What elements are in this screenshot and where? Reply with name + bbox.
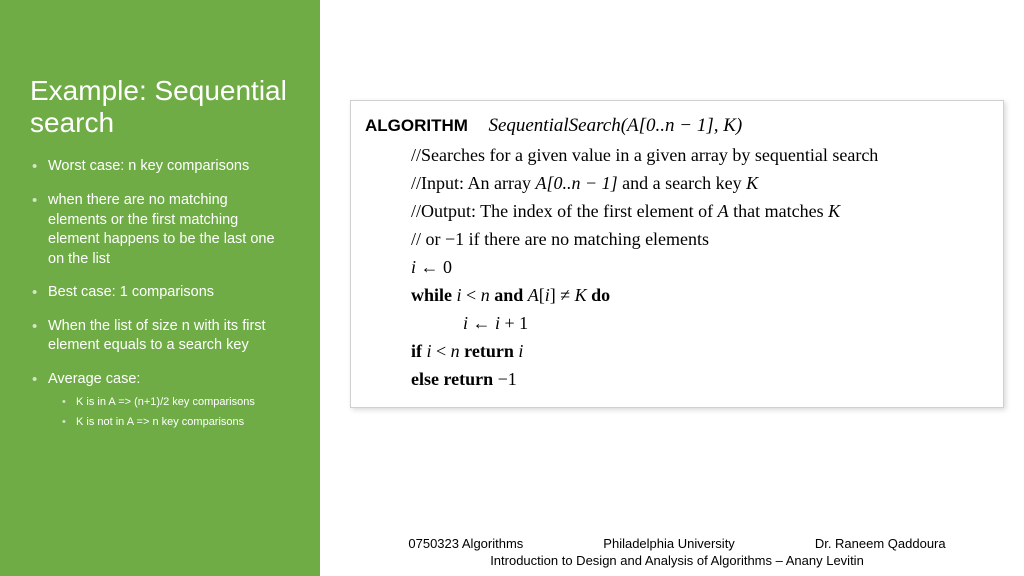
t: K xyxy=(828,201,840,221)
t: ] ≠ xyxy=(550,285,575,305)
t: A xyxy=(718,201,729,221)
slide-footer: 0750323 Algorithms Philadelphia Universi… xyxy=(350,535,1004,570)
t: n xyxy=(451,341,460,361)
t: //Output: The index of the first element… xyxy=(411,201,718,221)
footer-row-1: 0750323 Algorithms Philadelphia Universi… xyxy=(350,535,1004,553)
footer-university: Philadelphia University xyxy=(603,535,735,553)
t: ← 0 xyxy=(416,257,452,277)
algo-comment: // or −1 if there are no matching elemen… xyxy=(411,226,989,254)
t: and a search key xyxy=(618,173,746,193)
bullet-item: When the list of size n with its first e… xyxy=(30,317,290,356)
slide-title: Example: Sequential search xyxy=(30,75,290,139)
t: if xyxy=(411,341,427,361)
algo-comment: //Searches for a given value in a given … xyxy=(411,142,989,170)
bullet-item: Worst case: n key comparisons xyxy=(30,157,290,177)
t: < xyxy=(462,285,481,305)
t: + 1 xyxy=(500,313,528,333)
t: do xyxy=(587,285,611,305)
t: i xyxy=(518,341,523,361)
algorithm-body: //Searches for a given value in a given … xyxy=(365,142,989,393)
t: A xyxy=(528,285,539,305)
t: that matches xyxy=(729,201,828,221)
t: //Input: An array xyxy=(411,173,535,193)
t: else return xyxy=(411,369,498,389)
bullet-item: Best case: 1 comparisons xyxy=(30,283,290,303)
t: < xyxy=(432,341,451,361)
t: return xyxy=(460,341,519,361)
footer-book: Introduction to Design and Analysis of A… xyxy=(350,552,1004,570)
bullet-text: Average case: xyxy=(48,371,140,387)
bullet-item: Average case: K is in A => (n+1)/2 key c… xyxy=(30,370,290,430)
algorithm-signature: SequentialSearch(A[0..n − 1], K) xyxy=(472,115,742,136)
sub-bullet-list: K is in A => (n+1)/2 key comparisons K i… xyxy=(48,395,290,430)
algorithm-header: ALGORITHM SequentialSearch(A[0..n − 1], … xyxy=(365,111,989,140)
t: and xyxy=(490,285,528,305)
footer-course: 0750323 Algorithms xyxy=(408,535,523,553)
t: while xyxy=(411,285,457,305)
t: −1 xyxy=(498,369,517,389)
t: A[0..n − 1] xyxy=(535,173,617,193)
algo-line: i ← i + 1 xyxy=(411,310,989,338)
footer-instructor: Dr. Raneem Qaddoura xyxy=(815,535,946,553)
bullet-item: when there are no matching elements or t… xyxy=(30,191,290,269)
t: ← xyxy=(468,313,495,333)
main-content: ALGORITHM SequentialSearch(A[0..n − 1], … xyxy=(320,0,1024,576)
algo-comment: //Output: The index of the first element… xyxy=(411,198,989,226)
bullet-list: Worst case: n key comparisons when there… xyxy=(30,157,290,430)
t: n xyxy=(481,285,490,305)
algorithm-box: ALGORITHM SequentialSearch(A[0..n − 1], … xyxy=(350,100,1004,408)
algo-line: else return −1 xyxy=(411,366,989,394)
t: K xyxy=(575,285,587,305)
algorithm-keyword: ALGORITHM xyxy=(365,116,468,135)
sub-bullet-item: K is not in A => n key comparisons xyxy=(48,415,290,430)
algo-line: if i < n return i xyxy=(411,338,989,366)
algo-line: i ← 0 xyxy=(411,254,989,282)
algo-line: while i < n and A[i] ≠ K do xyxy=(411,282,989,310)
algo-comment: //Input: An array A[0..n − 1] and a sear… xyxy=(411,170,989,198)
sidebar: Example: Sequential search Worst case: n… xyxy=(0,0,320,576)
sub-bullet-item: K is in A => (n+1)/2 key comparisons xyxy=(48,395,290,410)
t: K xyxy=(746,173,758,193)
